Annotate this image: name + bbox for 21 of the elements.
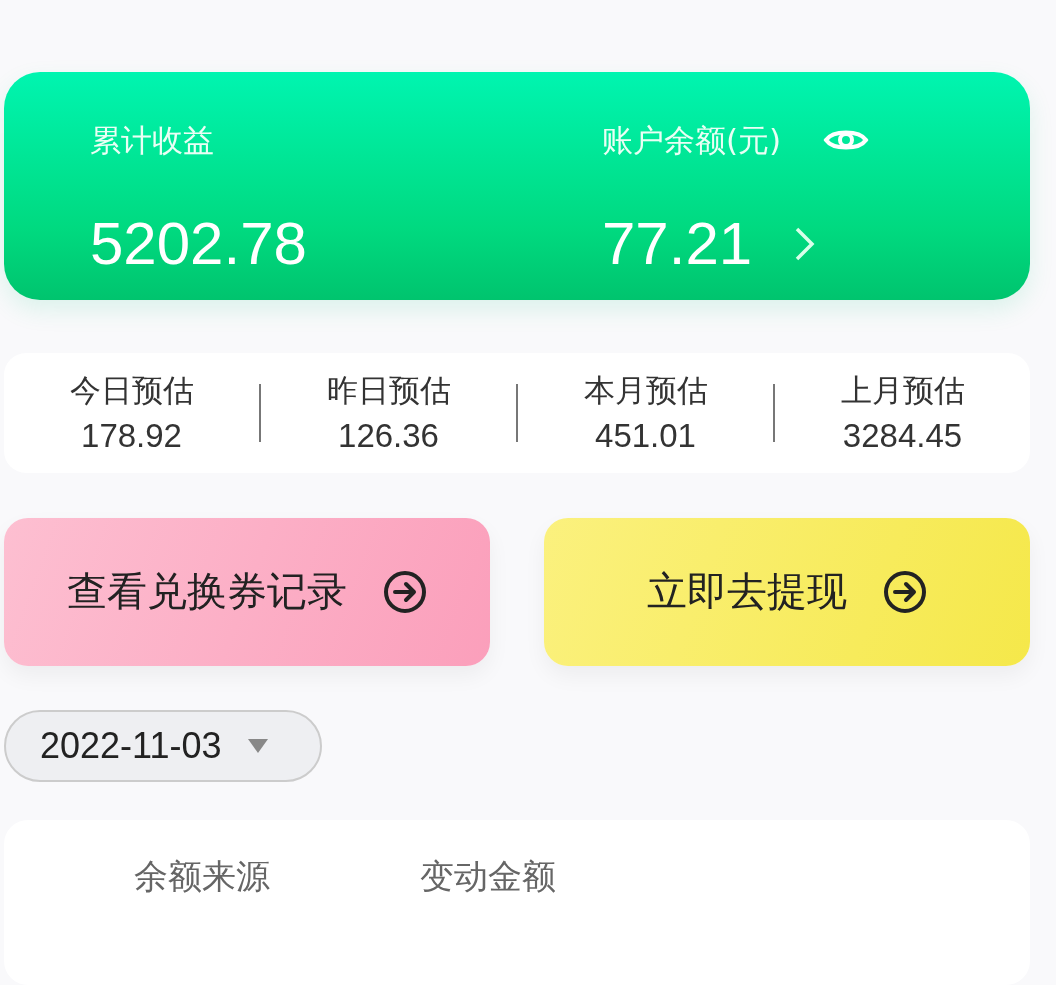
dropdown-triangle-icon (247, 738, 270, 754)
total-earnings-value: 5202.78 (90, 209, 308, 279)
action-button[interactable]: 查看兑换券记录 (4, 517, 490, 666)
column-header: 变动金额 (420, 856, 556, 899)
estimate-label: 上月预估 (840, 371, 965, 411)
column-header: 余额来源 (134, 856, 270, 899)
estimate-label: 今日预估 (69, 371, 194, 411)
balance-value: 77.21 (602, 209, 753, 279)
estimate-label: 本月预估 (583, 371, 708, 411)
balance-label: 账户余额(元) (602, 121, 782, 160)
estimate-label: 昨日预估 (326, 371, 451, 411)
arrow-right-circle-icon (383, 569, 427, 614)
estimate-value: 126.36 (338, 416, 439, 457)
estimate-value: 451.01 (595, 416, 696, 457)
arrow-right-circle-icon (883, 569, 927, 614)
chevron-right-icon[interactable] (794, 226, 817, 262)
estimate-value: 3284.45 (842, 416, 963, 457)
total-earnings-label: 累计收益 (90, 121, 215, 160)
estimate-value: 178.92 (81, 416, 182, 457)
action-button[interactable]: 立即去提现 (544, 517, 1030, 666)
date-dropdown[interactable]: 2022-11-03 (4, 709, 322, 783)
